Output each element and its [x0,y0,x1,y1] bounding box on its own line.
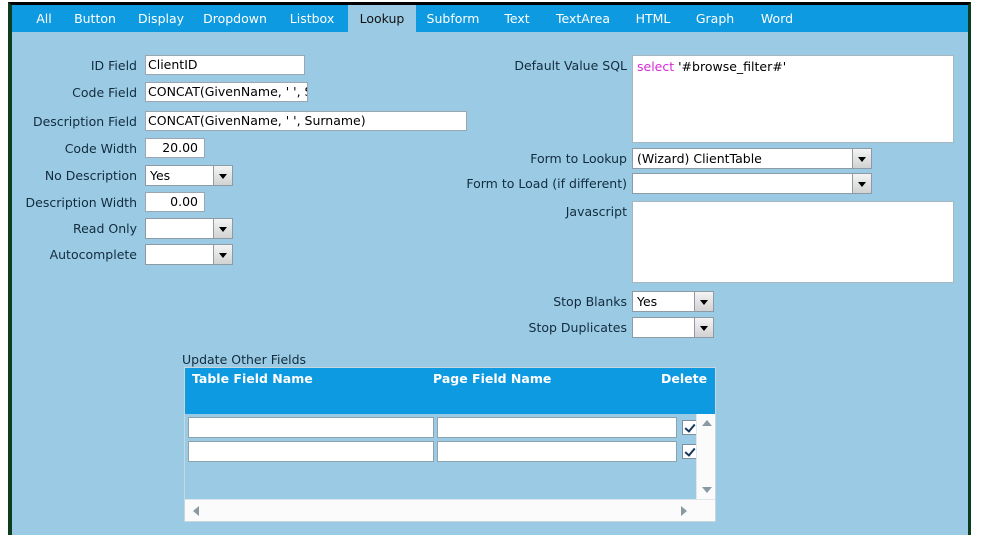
chevron-down-icon[interactable] [694,292,713,311]
input-description-width[interactable]: 0.00 [145,192,205,212]
select-form-to-lookup[interactable]: (Wizard) ClientTable [632,148,872,169]
chevron-down-icon[interactable] [694,318,713,337]
input-id-field[interactable]: ClientID [145,55,305,75]
scroll-down-arrow-icon[interactable] [702,487,712,493]
input-code-field[interactable]: CONCAT(GivenName, ' ', Su [145,82,308,102]
label-autocomplete: Autocomplete [49,247,137,262]
select-form-to-lookup-value: (Wizard) ClientTable [637,151,762,166]
vertical-scrollbar[interactable] [696,414,715,499]
select-read-only-value [146,219,213,238]
select-no-description-value: Yes [150,168,171,183]
tab-bar: All Button Display Dropdown Listbox Look… [12,5,968,32]
textarea-javascript[interactable] [632,201,954,283]
input-code-width[interactable]: 20.00 [145,138,205,158]
checkbox-delete[interactable] [682,420,697,435]
select-autocomplete[interactable] [145,244,233,265]
label-default-value-sql: Default Value SQL [514,58,627,73]
column-header-delete: Delete [661,371,708,386]
select-no-description[interactable]: Yes [145,165,233,186]
chevron-down-icon[interactable] [213,166,232,185]
tab-dropdown[interactable]: Dropdown [194,5,276,32]
tab-subform[interactable]: Subform [416,5,490,32]
grid-body [185,414,715,521]
label-no-description: No Description [44,168,137,183]
label-form-to-lookup: Form to Lookup [530,151,627,166]
sql-expression: '#browse_filter#' [674,59,787,74]
column-header-table-field-name: Table Field Name [192,371,313,386]
select-form-to-load-value [633,174,852,193]
input-table-field-name[interactable] [188,417,434,438]
label-description-width: Description Width [25,195,137,210]
sql-keyword: select [637,59,675,74]
tab-graph[interactable]: Graph [684,5,746,32]
select-form-to-load[interactable] [632,173,872,194]
tab-html[interactable]: HTML [622,5,684,32]
column-header-page-field-name: Page Field Name [433,371,552,386]
update-other-fields-title: Update Other Fields [182,352,307,367]
tab-word[interactable]: Word [746,5,808,32]
scroll-up-arrow-icon[interactable] [702,420,712,426]
tab-textarea[interactable]: TextArea [544,5,622,32]
select-stop-duplicates[interactable] [632,317,714,338]
form-designer-panel: All Button Display Dropdown Listbox Look… [8,2,971,535]
tab-listbox[interactable]: Listbox [276,5,348,32]
input-page-field-name[interactable] [437,417,677,438]
input-description-field[interactable]: CONCAT(GivenName, ' ', Surname) [145,111,467,131]
label-code-width: Code Width [64,141,137,156]
checkbox-delete[interactable] [682,444,697,459]
grid-header-row: Table Field Name Page Field Name Delete [185,368,715,414]
chevron-down-icon[interactable] [852,149,871,168]
select-stop-blanks-value: Yes [637,294,658,309]
tab-lookup[interactable]: Lookup [348,5,416,32]
label-description-field: Description Field [32,114,137,129]
chevron-down-icon[interactable] [213,245,232,264]
label-form-to-load: Form to Load (if different) [466,176,627,191]
label-read-only: Read Only [72,221,137,236]
tab-text[interactable]: Text [490,5,544,32]
scroll-right-arrow-icon[interactable] [681,506,687,516]
scroll-left-arrow-icon[interactable] [193,506,199,516]
tab-display[interactable]: Display [128,5,194,32]
chevron-down-icon[interactable] [852,174,871,193]
horizontal-scrollbar[interactable] [185,499,715,521]
label-javascript: Javascript [565,204,627,219]
select-autocomplete-value [146,245,213,264]
select-stop-blanks[interactable]: Yes [632,291,714,312]
label-stop-blanks: Stop Blanks [553,294,627,309]
select-stop-duplicates-value [633,318,694,337]
select-read-only[interactable] [145,218,233,239]
label-stop-duplicates: Stop Duplicates [528,320,627,335]
tab-button[interactable]: Button [62,5,128,32]
input-table-field-name[interactable] [188,441,434,462]
tab-all[interactable]: All [26,5,62,32]
update-other-fields-grid: Table Field Name Page Field Name Delete [184,367,716,522]
label-id-field: ID Field [90,58,137,73]
label-code-field: Code Field [72,85,137,100]
chevron-down-icon[interactable] [213,219,232,238]
input-page-field-name[interactable] [437,441,677,462]
textarea-default-value-sql[interactable]: select '#browse_filter#' [632,55,954,143]
